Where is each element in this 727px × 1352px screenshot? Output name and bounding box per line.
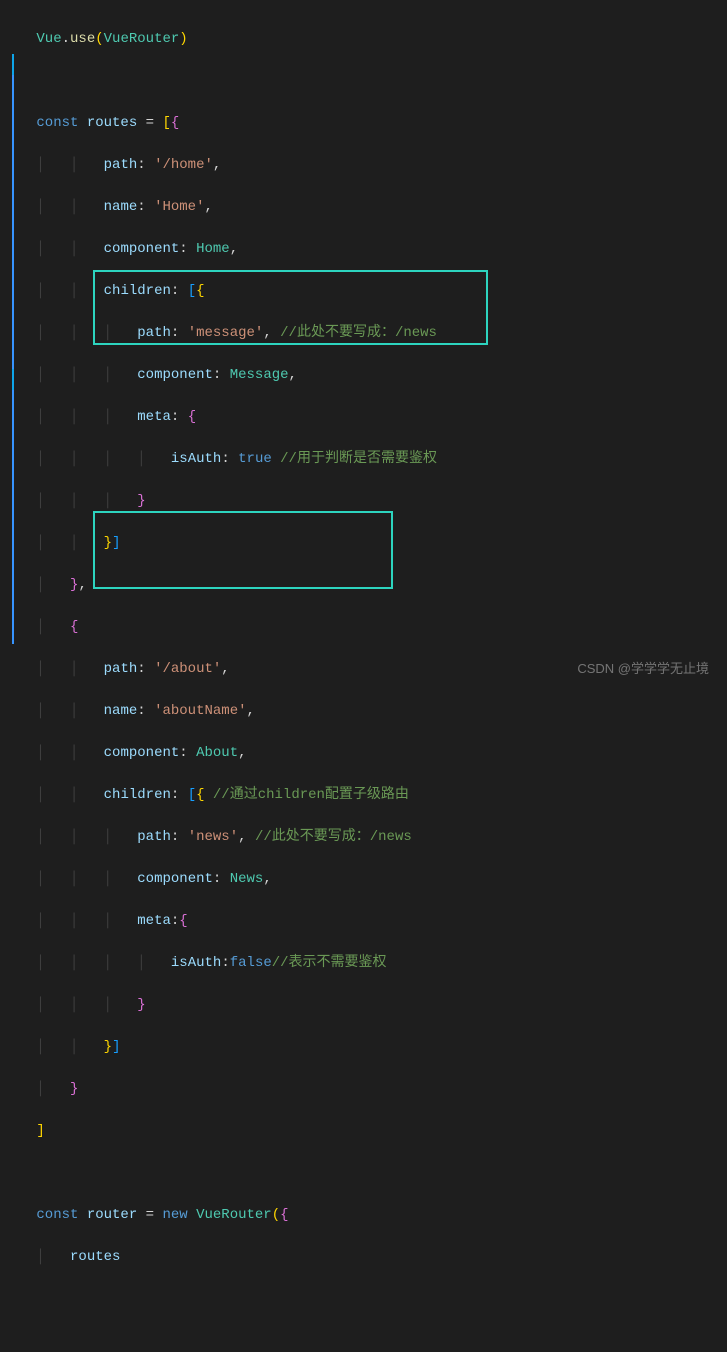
fold-indicator xyxy=(12,390,14,644)
code-line: │ │ }] xyxy=(20,1037,727,1058)
code-line: │ │ │ │ isAuth: true //用于判断是否需要鉴权 xyxy=(20,449,727,470)
code-line: │ │ │ path: 'news', //此处不要写成：/news xyxy=(20,827,727,848)
code-line: │ │ path: '/home', xyxy=(20,155,727,176)
code-line: │ │ │ │ isAuth:false//表示不需要鉴权 xyxy=(20,953,727,974)
code-line: │ }, xyxy=(20,575,727,596)
code-line: │ │ │ path: 'message', //此处不要写成：/news xyxy=(20,323,727,344)
watermark: CSDN @学学学无止境 xyxy=(577,658,709,677)
code-line: │ } xyxy=(20,1079,727,1100)
code-line: │ │ │ } xyxy=(20,491,727,512)
code-line: │ │ name: 'Home', xyxy=(20,197,727,218)
code-line: │ │ │ meta: { xyxy=(20,407,727,428)
code-line: ] xyxy=(20,1121,727,1142)
fold-indicator xyxy=(12,75,14,369)
code-line: │ │ │ component: News, xyxy=(20,869,727,890)
code-line xyxy=(20,1163,727,1184)
code-line: │ │ children: [{ xyxy=(20,281,727,302)
code-line: │ routes xyxy=(20,1247,727,1268)
code-line: Vue.use(VueRouter) xyxy=(20,29,727,50)
code-line: │ │ children: [{ //通过children配置子级路由 xyxy=(20,785,727,806)
code-line xyxy=(20,71,727,92)
code-line: │ │ component: About, xyxy=(20,743,727,764)
editor-gutter xyxy=(0,0,20,692)
code-line: const router = new VueRouter({ xyxy=(20,1205,727,1226)
code-editor: Vue.use(VueRouter) const routes = [{ │ │… xyxy=(0,0,727,692)
code-line: │ │ name: 'aboutName', xyxy=(20,701,727,722)
code-line: │ │ │ component: Message, xyxy=(20,365,727,386)
code-line: │ { xyxy=(20,617,727,638)
code-line: │ │ │ } xyxy=(20,995,727,1016)
code-line: const routes = [{ xyxy=(20,113,727,134)
code-line: │ │ │ meta:{ xyxy=(20,911,727,932)
code-line: │ │ component: Home, xyxy=(20,239,727,260)
code-line: │ │ }] xyxy=(20,533,727,554)
code-content[interactable]: Vue.use(VueRouter) const routes = [{ │ │… xyxy=(20,0,727,692)
